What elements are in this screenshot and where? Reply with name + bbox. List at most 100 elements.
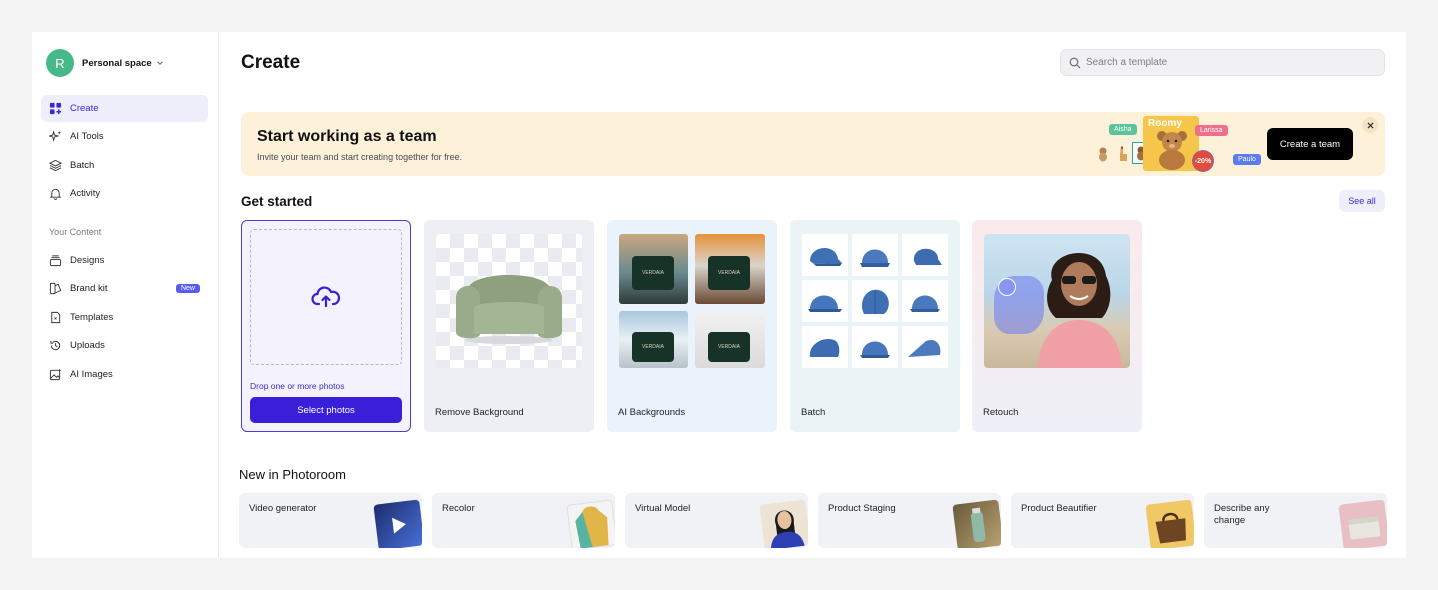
bag-icon xyxy=(1155,512,1186,544)
cap-icon xyxy=(809,338,840,357)
cap-icon xyxy=(913,248,942,265)
cap-thumb xyxy=(802,234,848,276)
workspace-switcher[interactable]: R Personal space xyxy=(46,49,164,77)
sidebar-item-label: Brand kit xyxy=(70,283,108,294)
remove-background-card[interactable]: Remove Background xyxy=(424,220,594,432)
sidebar-item-ai-images[interactable]: AI Images xyxy=(41,361,208,388)
template-icon xyxy=(51,311,61,324)
jar-label: VERDAIA xyxy=(718,270,740,276)
search-icon xyxy=(1069,57,1081,68)
collaborator-tag-paulo: Paulo xyxy=(1233,154,1261,165)
sidebar-item-label: Create xyxy=(70,103,99,114)
image-sparkle-icon xyxy=(49,368,62,381)
cloud-upload-icon xyxy=(311,286,341,308)
chevron-down-icon xyxy=(156,61,163,65)
product-staging-thumb xyxy=(952,499,1001,548)
woman-portrait-icon xyxy=(1038,252,1122,368)
ai-backgrounds-card[interactable]: VERDAIA VERDAIA VERDAIA VERDAIA AI Backg… xyxy=(607,220,777,432)
card-label: Retouch xyxy=(983,407,1019,418)
jar-label: VERDAIA xyxy=(718,344,740,350)
new-item-recolor[interactable]: Recolor xyxy=(432,493,615,548)
virtual-model-thumb xyxy=(759,499,808,548)
sidebar-item-uploads[interactable]: Uploads xyxy=(41,332,208,359)
sidebar-item-label: Uploads xyxy=(70,340,105,351)
app-window: R Personal space Create AI Tools Batch A… xyxy=(32,32,1406,558)
jar-product: VERDAIA xyxy=(708,256,750,290)
jar-label: VERDAIA xyxy=(642,344,664,350)
create-team-button[interactable]: Create a team xyxy=(1267,128,1353,160)
retouch-card[interactable]: Retouch xyxy=(972,220,1142,432)
video-thumb xyxy=(373,499,422,548)
card-label: Remove Background xyxy=(435,407,524,418)
stack-icon xyxy=(49,255,62,267)
new-item-product-staging[interactable]: Product Staging xyxy=(818,493,1001,548)
cap-icon xyxy=(810,247,842,266)
search-input[interactable] xyxy=(1086,57,1366,68)
product-beautifier-thumb xyxy=(1145,499,1194,548)
retouch-photo xyxy=(984,234,1130,368)
cap-icon xyxy=(860,249,890,267)
sidebar-item-designs[interactable]: Designs xyxy=(41,247,208,274)
new-item-video-generator[interactable]: Video generator xyxy=(239,493,422,548)
avatar: R xyxy=(46,49,74,77)
cap-icon xyxy=(860,341,890,358)
sidebar: R Personal space Create AI Tools Batch A… xyxy=(32,32,219,558)
sidebar-item-label: Batch xyxy=(70,160,95,171)
see-all-button[interactable]: See all xyxy=(1339,190,1385,212)
sidebar-item-templates[interactable]: Templates xyxy=(41,304,208,331)
brand-kit-icon xyxy=(49,282,62,295)
cap-icon xyxy=(808,295,842,312)
jar-product: VERDAIA xyxy=(632,256,674,290)
brush-cursor xyxy=(998,278,1016,296)
cap-thumb xyxy=(852,234,898,276)
cap-thumb xyxy=(902,326,948,368)
jar-product: VERDAIA xyxy=(708,332,750,362)
new-item-label: Product Staging xyxy=(828,503,896,514)
gift-box-icon xyxy=(1348,516,1381,540)
new-item-describe-any-change[interactable]: Describe any change xyxy=(1204,493,1387,548)
sidebar-item-label: Activity xyxy=(70,188,101,199)
drop-hint: Drop one or more photos xyxy=(250,381,345,391)
new-item-label: Virtual Model xyxy=(635,503,691,514)
nav-section-label: Your Content xyxy=(49,227,102,237)
play-icon xyxy=(392,517,406,534)
banner-title: Start working as a team xyxy=(257,128,437,145)
recolor-thumb xyxy=(566,499,615,548)
select-photos-button[interactable]: Select photos xyxy=(250,397,402,423)
sidebar-item-batch[interactable]: Batch xyxy=(41,152,208,179)
sparkle-icon xyxy=(49,130,62,142)
drop-zone[interactable] xyxy=(250,229,402,365)
sidebar-item-brand-kit[interactable]: Brand kit New xyxy=(41,275,208,302)
new-item-product-beautifier[interactable]: Product Beautifier xyxy=(1011,493,1194,548)
upload-card[interactable]: Drop one or more photos Select photos xyxy=(241,220,411,432)
teddy-bear-icon xyxy=(1099,147,1107,162)
collaborator-tag-larissa: Larissa xyxy=(1195,125,1228,136)
card-label: Batch xyxy=(801,407,826,418)
collaborator-tag-aisha: Aisha xyxy=(1109,124,1137,135)
batch-grid xyxy=(802,234,948,368)
cap-icon xyxy=(861,289,889,314)
banner-subtitle: Invite your team and start creating toge… xyxy=(257,152,463,162)
new-item-label: Video generator xyxy=(249,503,317,514)
sidebar-item-activity[interactable]: Activity xyxy=(41,180,208,207)
cap-thumb xyxy=(902,280,948,322)
cap-thumb xyxy=(802,326,848,368)
layers-icon xyxy=(49,159,62,172)
armchair-icon xyxy=(456,275,562,344)
bottle-icon xyxy=(970,507,986,543)
new-item-label: Product Beautifier xyxy=(1021,503,1097,514)
search-box[interactable] xyxy=(1060,49,1385,76)
sidebar-item-create[interactable]: Create xyxy=(41,95,208,122)
jar-label: VERDAIA xyxy=(642,270,664,276)
giraffe-toy-icon xyxy=(1120,146,1127,161)
model-portrait-icon xyxy=(770,510,805,548)
describe-change-thumb xyxy=(1338,499,1387,548)
banner-close-button[interactable] xyxy=(1362,117,1378,133)
new-item-virtual-model[interactable]: Virtual Model xyxy=(625,493,808,548)
batch-card[interactable]: Batch xyxy=(790,220,960,432)
history-icon xyxy=(50,340,61,351)
main-content: Create Start working as a team Invite yo… xyxy=(220,32,1406,558)
hoodie-icon xyxy=(575,506,609,548)
new-item-label: Describe any change xyxy=(1214,503,1270,526)
sidebar-item-ai-tools[interactable]: AI Tools xyxy=(41,123,208,150)
